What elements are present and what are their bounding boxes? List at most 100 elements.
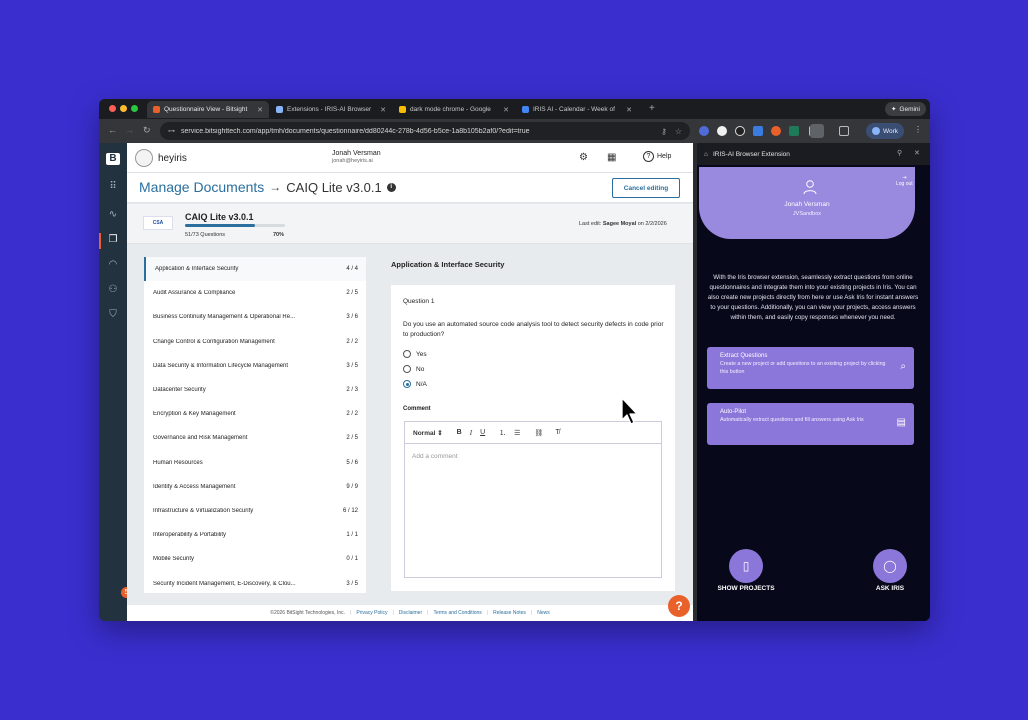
browser-tab-questionnaire[interactable]: Questionnaire View - Bitsight ✕ [147,101,269,118]
zoom-window-button[interactable] [131,105,138,112]
activity-pulse-icon[interactable]: ∿ [99,209,127,220]
section-name: Data Security & Information Lifecycle Ma… [153,362,289,369]
section-item[interactable]: Change Control & Configuration Managemen… [144,330,366,354]
italic-icon[interactable]: I [470,429,472,437]
extension-3-icon[interactable] [735,126,745,136]
question-count: 51/73 Questions [185,232,226,238]
password-key-icon[interactable]: ⚷ [661,127,667,136]
section-item[interactable]: Business Continuity Management & Operati… [144,305,366,329]
footer-link-terms[interactable]: Terms and Conditions [433,610,481,616]
show-projects-button[interactable]: ▯ [729,549,763,583]
close-tab-icon[interactable]: ✕ [626,106,632,114]
ordered-list-icon[interactable]: ⒈ [499,428,506,438]
apps-grid-icon[interactable]: ⠿ [99,181,127,192]
ask-iris-button[interactable]: ◯ [873,549,907,583]
reload-icon[interactable]: ↻ [143,125,151,136]
iris-extension-active-icon[interactable] [810,124,824,138]
footer-link-privacy[interactable]: Privacy Policy [356,610,387,616]
breadcrumb-manage-documents[interactable]: Manage Documents [139,179,264,195]
users-icon[interactable]: ⚇ [99,284,127,295]
extension-6-icon[interactable] [789,126,799,136]
new-tab-button[interactable]: + [649,103,655,114]
close-tab-icon[interactable]: ✕ [503,106,509,114]
bookmark-star-icon[interactable]: ☆ [675,127,682,136]
option-yes[interactable]: Yes [403,350,427,358]
clear-format-icon[interactable]: T̸ [555,429,559,436]
section-item[interactable]: Identity & Access Management 9 / 9 [144,475,366,499]
text-style-label: Normal [413,429,436,437]
close-panel-icon[interactable]: ✕ [914,149,920,157]
section-item[interactable]: Audit Assurance & Compliance 2 / 5 [144,281,366,305]
comment-editor[interactable]: Normal ⇕ B I U ⒈ ☰ ⛓ T̸ Add a comment [404,421,662,578]
browser-tab-extensions[interactable]: Extensions - IRIS-AI Browser ✕ [270,101,392,118]
site-info-icon[interactable]: ⊶ [168,127,175,135]
extension-5-icon[interactable] [771,126,781,136]
documents-icon[interactable]: ❐ [99,234,127,245]
settings-gear-icon[interactable]: ⚙ [579,152,588,163]
last-edit-user: Sagee Moyal [602,221,637,227]
tab-strip: Questionnaire View - Bitsight ✕ Extensio… [99,99,930,119]
info-icon[interactable]: i [386,182,396,192]
section-item[interactable]: Interoperability & Portability 1 / 1 [144,523,366,547]
section-item[interactable]: Mobile Security 0 / 1 [144,547,366,571]
profile-button[interactable]: Work [866,123,905,139]
extract-questions-title: Extract Questions [720,353,768,359]
minimize-window-button[interactable] [120,105,127,112]
option-na[interactable]: N/A [403,380,427,388]
browser-menu-icon[interactable]: ⋮ [914,125,922,134]
close-window-button[interactable] [109,105,116,112]
last-edit: Last edit: Sagee Moyal on 2/2/2026 [579,221,667,227]
extension-2-icon[interactable] [717,126,727,136]
browser-tab-calendar[interactable]: IRIS AI - Calendar - Week of ✕ [516,101,638,118]
auto-pilot-button[interactable]: Auto-Pilot Automatically extract questio… [707,403,914,445]
sparkle-icon: ✦ [890,106,897,113]
extension-1-icon[interactable] [699,126,709,136]
side-panel-icon[interactable] [839,126,849,136]
section-item[interactable]: Application & Interface Security 4 / 4 [144,257,366,281]
section-count: 3 / 5 [346,362,358,369]
section-item[interactable]: Infrastructure & Virtualization Security… [144,499,366,523]
shield-icon[interactable]: ⛉ [99,309,127,320]
option-no[interactable]: No [403,365,424,373]
bold-icon[interactable]: B [457,429,462,436]
footer-link-disclaimer[interactable]: Disclaimer [399,610,422,616]
help-fab-button[interactable]: ? [668,595,690,617]
close-tab-icon[interactable]: ✕ [257,106,263,114]
section-item[interactable]: Data Security & Information Lifecycle Ma… [144,354,366,378]
extension-4-icon[interactable] [753,126,763,136]
extract-questions-button[interactable]: Extract Questions Create a new project o… [707,347,914,389]
section-item[interactable]: Human Resources 5 / 6 [144,451,366,475]
gemini-button[interactable]: ✦ Gemini [884,102,926,116]
pin-icon[interactable]: ⚲ [897,149,902,157]
underline-icon[interactable]: U [480,429,485,436]
page-title: CAIQ Lite v3.0.1 [286,179,382,195]
text-style-select[interactable]: Normal ⇕ [413,429,443,437]
cancel-editing-button[interactable]: Cancel editing [612,178,680,198]
section-item[interactable]: Encryption & Key Management 2 / 2 [144,402,366,426]
auto-pilot-title: Auto-Pilot [720,409,747,415]
tab-title: IRIS AI - Calendar - Week of [533,106,615,113]
section-item[interactable]: Governance and Risk Management 2 / 5 [144,426,366,450]
user-info[interactable]: Jonah Versman jonah@heyiris.ai [332,150,381,164]
bitsight-logo[interactable]: B [106,153,120,165]
section-item[interactable]: Datacenter Security 2 / 3 [144,378,366,402]
section-item[interactable]: Security Incident Management, E-Discover… [144,572,366,593]
radio-no[interactable] [403,365,411,373]
dashboard-icon[interactable]: ▦ [607,152,616,163]
radio-na-selected[interactable] [403,380,411,388]
address-bar[interactable]: ⊶ service.bitsighttech.com/app/tmh/docum… [160,122,690,140]
logout-button[interactable]: ⇥ Log out [896,175,913,187]
footer-link-release-notes[interactable]: Release Notes [493,610,526,616]
link-icon[interactable]: ⛓ [534,429,543,437]
radio-yes[interactable] [403,350,411,358]
back-icon[interactable]: ← [108,125,117,135]
feed-icon[interactable]: ◠ [99,259,127,270]
brand[interactable]: heyiris [135,149,187,167]
bullet-list-icon[interactable]: ☰ [514,429,520,437]
forward-icon[interactable]: → [125,125,134,135]
close-tab-icon[interactable]: ✕ [380,106,386,114]
footer-link-news[interactable]: News [537,610,550,616]
help-button[interactable]: ? Help [643,151,671,162]
browser-tab-google[interactable]: dark mode chrome - Google ✕ [393,101,515,118]
browser-viewport: B ⠿ ∿ ❐ ◠ ⚇ ⛉ 5 heyiris Jonah Versman jo… [99,143,930,621]
